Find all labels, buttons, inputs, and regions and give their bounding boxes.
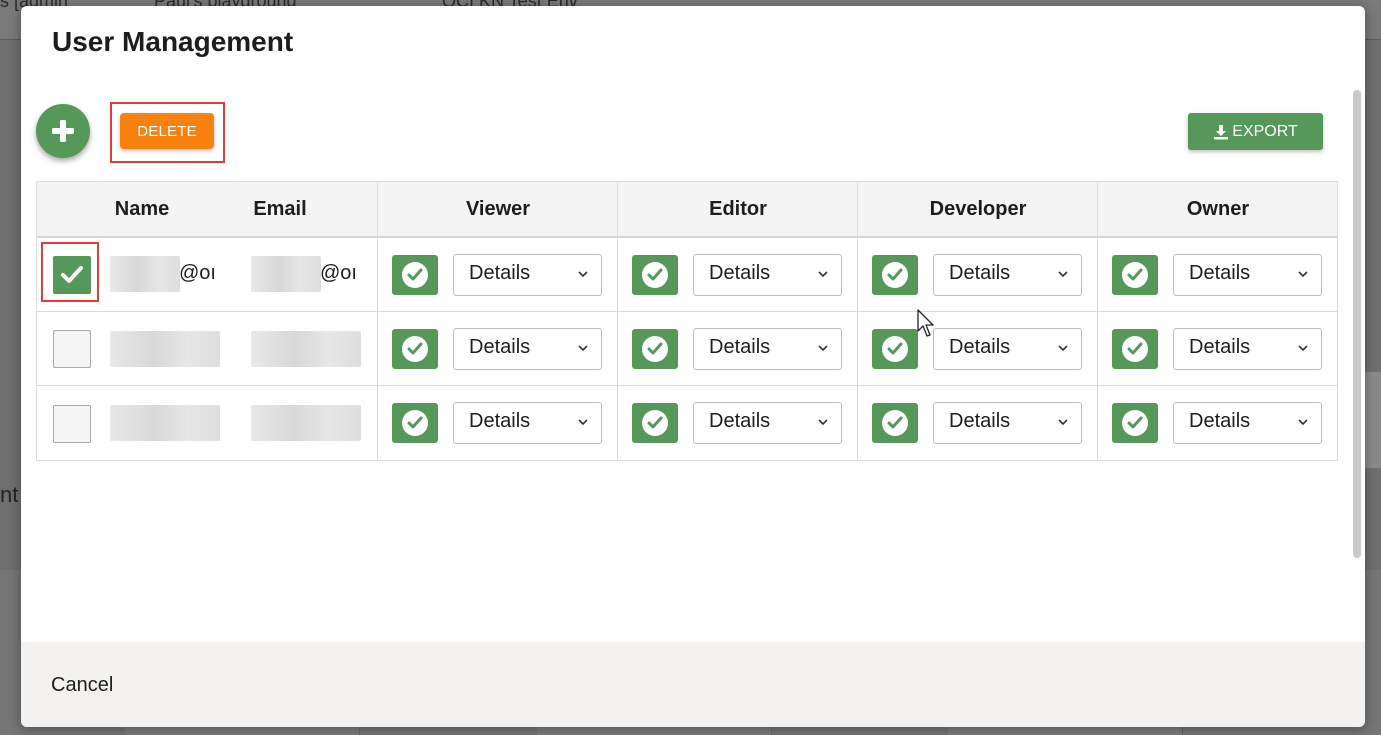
chevron-down-icon [1298,419,1308,426]
details-label: Details [469,410,531,432]
export-button[interactable]: EXPORT [1188,113,1323,150]
viewer-details-dropdown[interactable]: Details [453,402,602,444]
editor-details-dropdown[interactable]: Details [693,254,842,296]
delete-button[interactable]: DELETE [120,113,214,149]
developer-role-checkbox[interactable] [872,255,918,295]
chevron-down-icon [818,345,828,352]
check-circle-icon [1127,268,1143,281]
row-select-checkbox[interactable] [53,330,91,368]
viewer-role-checkbox[interactable] [392,255,438,295]
export-label: EXPORT [1232,122,1298,140]
details-label: Details [949,262,1011,284]
details-label: Details [709,336,771,358]
details-label: Details [469,336,531,358]
editor-details-dropdown[interactable]: Details [693,402,842,444]
owner-role-checkbox[interactable] [1112,403,1158,443]
owner-role-checkbox[interactable] [1112,329,1158,369]
details-label: Details [1189,410,1251,432]
check-circle-icon [407,268,423,281]
name-domain-fragment: @oı [179,262,216,284]
row-select-checkbox[interactable] [53,405,91,443]
owner-details-dropdown[interactable]: Details [1173,254,1322,296]
table-row: Details Details Details Details [37,386,1337,460]
check-circle-icon [647,268,663,281]
chevron-down-icon [1298,345,1308,352]
check-circle-icon [887,342,903,355]
plus-icon [52,120,74,142]
column-header-owner: Owner [1186,197,1250,220]
developer-role-checkbox[interactable] [872,403,918,443]
owner-role-checkbox[interactable] [1112,255,1158,295]
users-table: Name Email Viewer Editor Developer Owner… [36,181,1338,461]
dialog-footer: Cancel [21,642,1365,727]
add-user-button[interactable] [36,104,90,158]
developer-details-dropdown[interactable]: Details [933,328,1082,370]
viewer-role-checkbox[interactable] [392,329,438,369]
developer-role-checkbox[interactable] [872,329,918,369]
check-circle-icon [407,416,423,429]
background-fragment: nt [0,482,19,507]
column-header-name: Name [114,197,170,220]
download-icon [1214,124,1229,139]
user-management-dialog: User Management DELETE EXPORT Name Email… [21,6,1365,727]
details-label: Details [709,262,771,284]
check-circle-icon [887,416,903,429]
chevron-down-icon [578,419,588,426]
table-header: Name Email Viewer Editor Developer Owner [37,182,1337,238]
chevron-down-icon [1058,271,1068,278]
background-side-tab [1364,372,1381,468]
chevron-down-icon [1298,271,1308,278]
check-circle-icon [647,416,663,429]
redacted-name [110,331,220,367]
mouse-pointer-icon [917,309,934,337]
owner-details-dropdown[interactable]: Details [1173,402,1322,444]
editor-role-checkbox[interactable] [632,403,678,443]
redacted-email [251,405,361,441]
dialog-scrollbar[interactable] [1353,90,1361,558]
dialog-title: User Management [52,26,294,57]
viewer-role-checkbox[interactable] [392,403,438,443]
check-circle-icon [887,268,903,281]
editor-details-dropdown[interactable]: Details [693,328,842,370]
details-label: Details [949,336,1011,358]
cancel-button[interactable]: Cancel [51,674,113,697]
redacted-email [251,331,361,367]
details-label: Details [709,410,771,432]
check-circle-icon [1127,342,1143,355]
details-label: Details [1189,262,1251,284]
editor-role-checkbox[interactable] [632,255,678,295]
details-label: Details [1189,336,1251,358]
column-header-editor: Editor [709,197,767,220]
chevron-down-icon [578,345,588,352]
editor-role-checkbox[interactable] [632,329,678,369]
chevron-down-icon [818,419,828,426]
checkmark-icon [61,266,83,283]
check-circle-icon [647,342,663,355]
viewer-details-dropdown[interactable]: Details [453,328,602,370]
chevron-down-icon [1058,345,1068,352]
table-row: Details Details Details Details [37,312,1337,386]
row-select-checkbox[interactable] [53,256,91,294]
chevron-down-icon [818,271,828,278]
details-label: Details [469,262,531,284]
column-header-developer: Developer [929,197,1027,220]
developer-details-dropdown[interactable]: Details [933,254,1082,296]
details-label: Details [949,410,1011,432]
table-row: @oı @oı Details Details Details Details [37,238,1337,312]
chevron-down-icon [578,271,588,278]
redacted-name [110,405,220,441]
developer-details-dropdown[interactable]: Details [933,402,1082,444]
column-header-email: Email [253,197,307,220]
redacted-name [110,256,180,292]
viewer-details-dropdown[interactable]: Details [453,254,602,296]
owner-details-dropdown[interactable]: Details [1173,328,1322,370]
check-circle-icon [1127,416,1143,429]
column-header-viewer: Viewer [465,197,531,220]
redacted-email [251,256,321,292]
email-domain-fragment: @oı [320,262,357,284]
check-circle-icon [407,342,423,355]
chevron-down-icon [1058,419,1068,426]
